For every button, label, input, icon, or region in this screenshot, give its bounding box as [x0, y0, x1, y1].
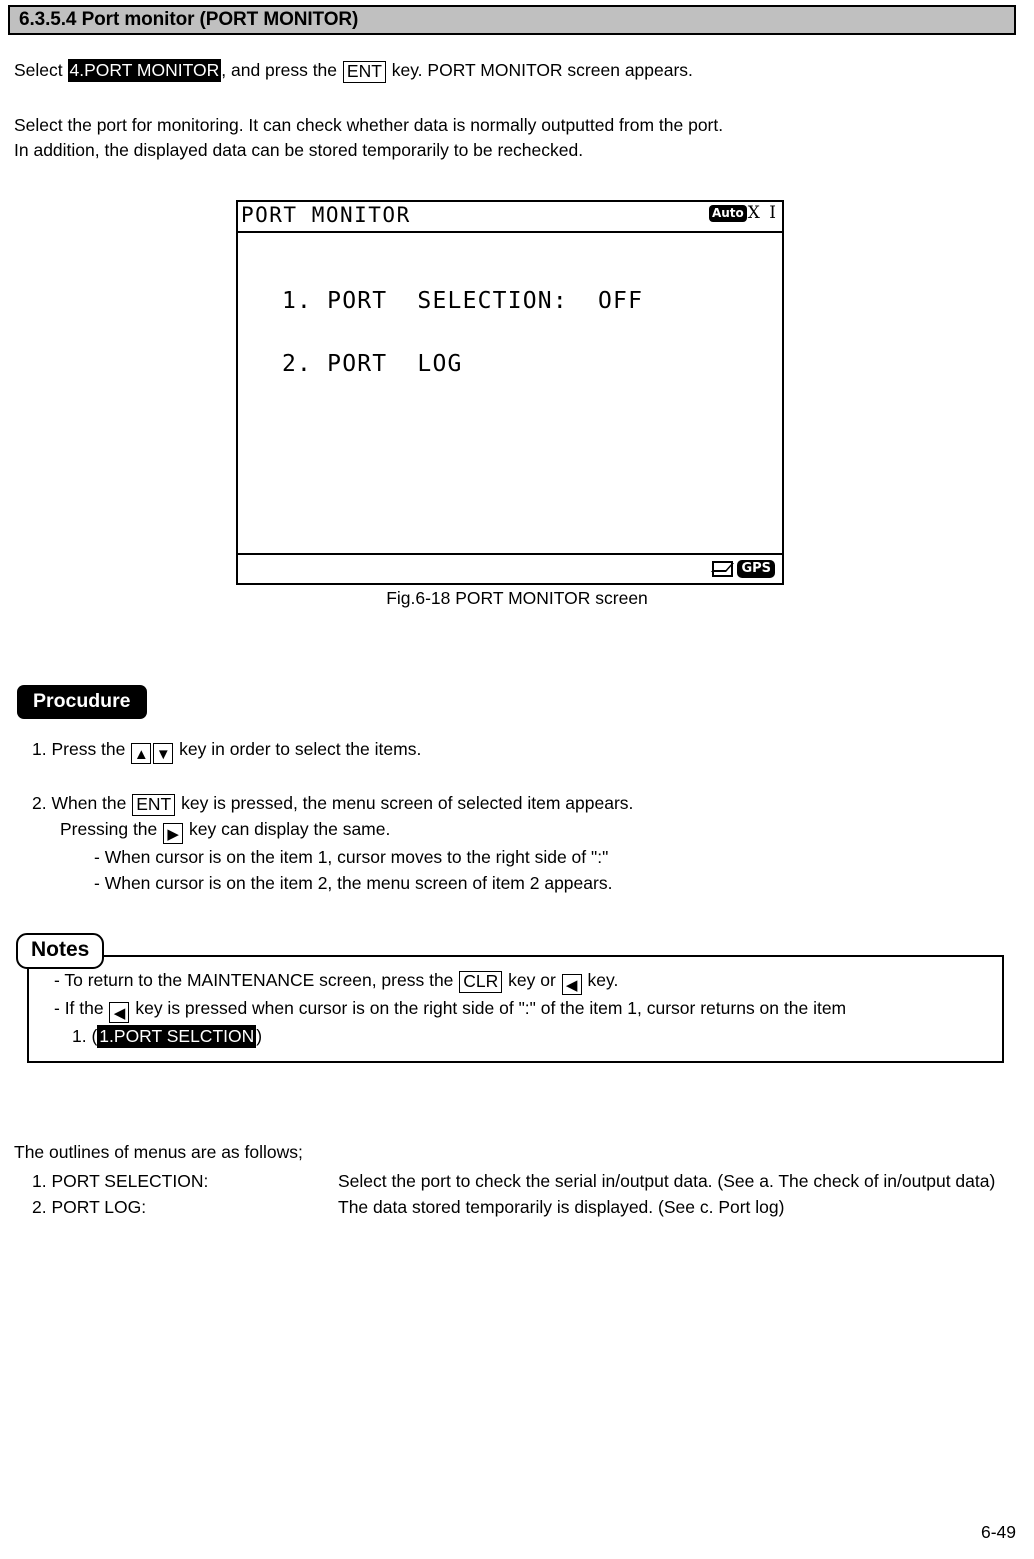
lcd-menu-body: 1. PORT SELECTION: OFF 2. PORT LOG — [238, 233, 782, 551]
note1-middle: key or — [503, 970, 561, 990]
lcd-menu-item-port-selection: 1. PORT SELECTION: OFF — [282, 288, 644, 314]
notes-content: - To return to the MAINTENANCE screen, p… — [54, 967, 989, 1049]
table-row: 1. PORT SELECTION: Select the port to ch… — [14, 1168, 1028, 1194]
lcd-menu-item-port-log: 2. PORT LOG — [282, 351, 463, 377]
page-title: 6.3.5.4 Port monitor (PORT MONITOR) — [19, 9, 359, 30]
ent-key-badge-2: ENT — [132, 794, 176, 816]
intro-highlight-menu-item: 4.PORT MONITOR — [67, 59, 222, 82]
note2-prefix: - If the — [54, 998, 109, 1018]
procedure-step-1: 1. Press the ▲ ▼ key in order to select t… — [32, 737, 421, 764]
note-line-1: - To return to the MAINTENANCE screen, p… — [54, 967, 989, 995]
step2-bullet-2: - When cursor is on the item 2, the menu… — [94, 873, 613, 893]
step2-line2-prefix: Pressing the — [60, 819, 163, 839]
step2-line2-suffix: key can display the same. — [184, 819, 391, 839]
step2-line-2: Pressing the ▶ key can display the same. — [32, 816, 633, 844]
note2-middle: key is pressed when cursor is on the rig… — [130, 998, 847, 1018]
note2-sub-prefix: 1. ( — [72, 1026, 98, 1046]
lcd-screen-figure: PORT MONITOR Auto X I 1. PORT SELECTION:… — [236, 200, 784, 585]
step1-prefix: 1. Press the — [32, 739, 131, 759]
page-number: 6-49 — [980, 1522, 1016, 1542]
lcd-title-bar: PORT MONITOR Auto X I — [238, 202, 782, 233]
figure-caption: Fig.6-18 PORT MONITOR screen — [386, 588, 648, 608]
arrow-up-icon: ▲ — [131, 743, 152, 764]
step2-bullet-1: - When cursor is on the item 1, cursor m… — [94, 847, 609, 867]
table-row: 2. PORT LOG: The data stored temporarily… — [14, 1194, 1028, 1220]
note-line-2: - If the ◀ key is pressed when cursor is… — [54, 995, 989, 1023]
outline-description-port-log: The data stored temporarily is displayed… — [338, 1197, 785, 1217]
lcd-top-status-indicators: Auto X I — [708, 203, 778, 223]
lcd-bottom-status-bar: GPS — [238, 553, 782, 583]
arrow-right-icon: ▶ — [163, 823, 184, 844]
note1-prefix: - To return to the MAINTENANCE screen, p… — [54, 970, 459, 990]
auto-badge-icon: Auto — [708, 205, 747, 222]
intro-middle: , and press the — [221, 60, 342, 80]
note2-sub-suffix: ) — [256, 1026, 263, 1046]
outlines-table: 1. PORT SELECTION: Select the port to ch… — [14, 1168, 1028, 1220]
note-line-3: 1. (1.PORT SELCTION) — [54, 1023, 989, 1049]
note-highlight-menu-item: 1.PORT SELCTION — [97, 1025, 257, 1048]
step2-prefix: 2. When the — [32, 793, 132, 813]
clr-key-badge: CLR — [459, 971, 503, 993]
mail-icon — [712, 561, 734, 577]
outline-description-port-selection: Select the port to check the serial in/o… — [338, 1171, 996, 1191]
outlines-heading: The outlines of menus are as follows; — [14, 1142, 303, 1162]
note1-suffix: key. — [582, 970, 619, 990]
procedure-tag: Procudure — [17, 685, 147, 719]
step2-line-1: 2. When the ENT key is pressed, the menu… — [32, 790, 633, 816]
arrow-left-icon-2: ◀ — [109, 1002, 130, 1023]
intro-suffix: key. PORT MONITOR screen appears. — [386, 60, 693, 80]
step2-suffix: key is pressed, the menu screen of selec… — [176, 793, 634, 813]
section-header: 6.3.5.4 Port monitor (PORT MONITOR) — [8, 5, 1016, 35]
notes-tag: Notes — [16, 933, 105, 969]
description-line-2: In addition, the displayed data can be s… — [14, 140, 584, 160]
arrow-down-icon: ▼ — [153, 743, 174, 764]
notes-box: - To return to the MAINTENANCE screen, p… — [27, 955, 1004, 1063]
intro-prefix: Select — [14, 60, 68, 80]
gps-badge-icon: GPS — [737, 560, 775, 578]
intro-paragraph: Select 4.PORT MONITOR, and press the ENT… — [14, 58, 693, 83]
description-line-1: Select the port for monitoring. It can c… — [14, 115, 724, 135]
procedure-step-2: 2. When the ENT key is pressed, the menu… — [32, 790, 633, 896]
step1-suffix: key in order to select the items. — [174, 739, 422, 759]
ent-key-badge: ENT — [342, 61, 386, 83]
xi-indicator-icon: X I — [747, 203, 778, 223]
outline-label-port-log: 2. PORT LOG: — [32, 1197, 147, 1217]
description-paragraph: Select the port for monitoring. It can c… — [14, 113, 723, 163]
lcd-screen-title: PORT MONITOR — [241, 203, 411, 227]
outline-label-port-selection: 1. PORT SELECTION: — [32, 1171, 209, 1191]
arrow-left-icon: ◀ — [561, 974, 582, 995]
